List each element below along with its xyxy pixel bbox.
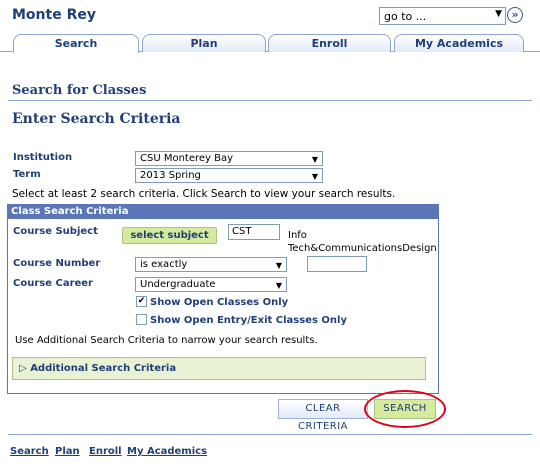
checkmark-icon: ✔ bbox=[137, 296, 146, 306]
divider bbox=[8, 100, 532, 101]
subject-desc-line2: Tech&CommunicationsDesign bbox=[288, 243, 437, 254]
search-hint: Select at least 2 search criteria. Click… bbox=[12, 188, 396, 200]
page-subtitle: Enter Search Criteria bbox=[12, 111, 181, 127]
double-chevron-right-icon: » bbox=[511, 8, 519, 21]
app-title: Monte Rey bbox=[12, 7, 96, 23]
tab-plan[interactable]: Plan bbox=[142, 34, 266, 52]
go-button[interactable]: » bbox=[507, 7, 523, 23]
goto-value: go to ... bbox=[384, 10, 427, 23]
course-number-operator-select[interactable]: is exactly ▼ bbox=[135, 257, 287, 272]
footer-link-enroll[interactable]: Enroll bbox=[89, 446, 122, 457]
highlight-circle bbox=[364, 390, 446, 428]
section-title: Search for Classes bbox=[12, 83, 147, 98]
course-number-input[interactable] bbox=[307, 256, 367, 272]
chevron-down-icon: ▼ bbox=[311, 155, 318, 164]
term-value: 2013 Spring bbox=[140, 170, 201, 181]
additional-criteria-hint: Use Additional Search Criteria to narrow… bbox=[15, 335, 318, 346]
footer-link-my-academics[interactable]: My Academics bbox=[127, 446, 207, 457]
goto-dropdown[interactable]: go to ... ▼ bbox=[379, 7, 506, 25]
additional-criteria-label: Additional Search Criteria bbox=[30, 363, 177, 374]
course-number-operator-value: is exactly bbox=[140, 259, 188, 270]
open-classes-label: Show Open Classes Only bbox=[150, 297, 289, 308]
panel-header: Class Search Criteria bbox=[8, 205, 438, 219]
footer-divider bbox=[8, 434, 532, 435]
chevron-down-icon: ▼ bbox=[275, 261, 282, 270]
clear-criteria-button[interactable]: CLEAR CRITERIA bbox=[278, 399, 368, 432]
course-subject-input[interactable]: CST bbox=[228, 224, 280, 240]
course-subject-label: Course Subject bbox=[13, 226, 98, 237]
institution-label: Institution bbox=[13, 152, 73, 163]
course-career-value: Undergraduate bbox=[140, 279, 216, 290]
institution-select[interactable]: CSU Monterey Bay ▼ bbox=[135, 151, 323, 166]
tab-my-academics[interactable]: My Academics bbox=[394, 34, 524, 52]
term-select[interactable]: 2013 Spring ▼ bbox=[135, 168, 323, 183]
open-entry-label: Show Open Entry/Exit Classes Only bbox=[150, 315, 347, 326]
open-entry-checkbox[interactable] bbox=[136, 314, 147, 325]
course-career-select[interactable]: Undergraduate ▼ bbox=[135, 277, 287, 292]
chevron-down-icon: ▼ bbox=[311, 172, 318, 181]
additional-criteria-toggle[interactable]: ▷ Additional Search Criteria bbox=[12, 357, 426, 380]
open-classes-checkbox[interactable]: ✔ bbox=[136, 296, 147, 307]
footer-link-search[interactable]: Search bbox=[10, 446, 49, 457]
subject-desc-line1: Info bbox=[288, 230, 307, 241]
chevron-down-icon: ▼ bbox=[275, 281, 282, 290]
chevron-down-icon: ▼ bbox=[495, 9, 502, 19]
term-label: Term bbox=[13, 169, 41, 180]
select-subject-button[interactable]: select subject bbox=[122, 227, 217, 244]
triangle-right-icon: ▷ bbox=[19, 363, 27, 374]
footer-link-plan[interactable]: Plan bbox=[55, 446, 80, 457]
course-career-label: Course Career bbox=[13, 278, 93, 289]
course-number-label: Course Number bbox=[13, 258, 101, 269]
institution-value: CSU Monterey Bay bbox=[140, 153, 234, 164]
course-subject-description: Info Tech&CommunicationsDesign bbox=[288, 229, 437, 255]
tab-enroll[interactable]: Enroll bbox=[268, 34, 391, 52]
tab-search[interactable]: Search bbox=[13, 34, 139, 53]
